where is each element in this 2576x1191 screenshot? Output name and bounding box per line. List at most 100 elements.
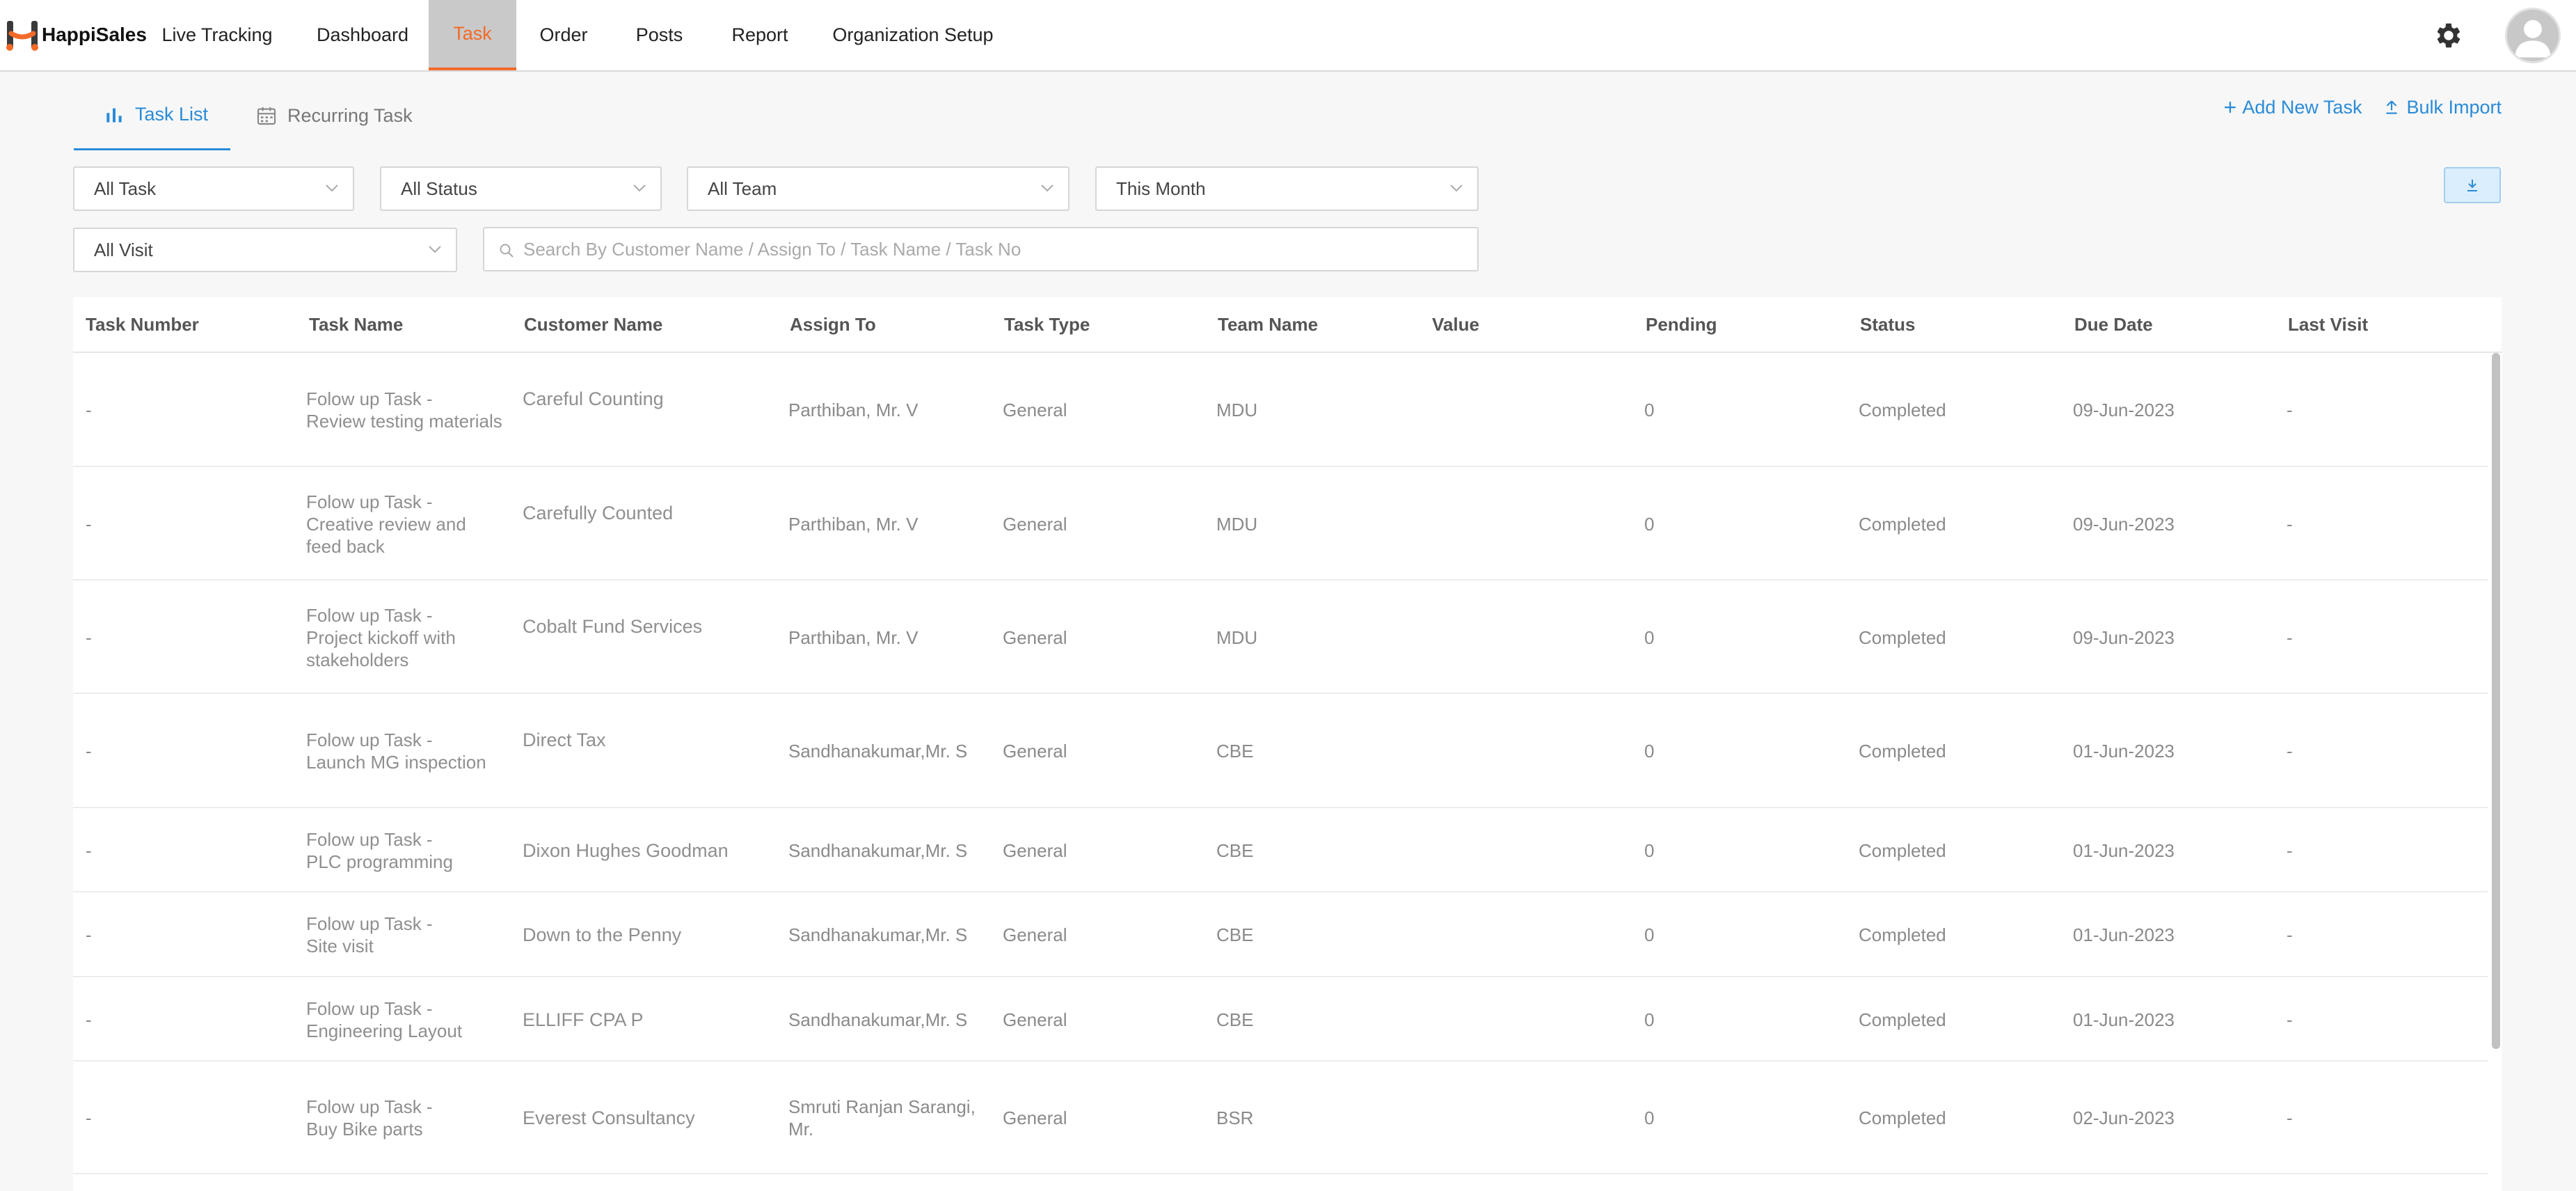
cell-team: BSR xyxy=(1216,1107,1253,1129)
cell-task-name[interactable]: Folow up Task - PLC programming xyxy=(306,828,453,873)
cell-line: - xyxy=(2287,513,2293,535)
table-row[interactable]: - Folow up Task - Project kickoff with stak… xyxy=(73,581,2488,694)
table-row[interactable]: - Folow up Task - Review testing materials… xyxy=(73,353,2488,467)
cell-line: Down to the Penny xyxy=(523,924,682,945)
cell-pending: 0 xyxy=(1644,1009,1654,1031)
cell-pending: 0 xyxy=(1644,839,1654,862)
cell-customer[interactable]: Carefully Counted xyxy=(523,502,673,524)
cell-line: Launch MG inspection xyxy=(306,752,486,773)
column-header-task-type[interactable]: Task Type xyxy=(1004,314,1090,336)
cell-line: 0 xyxy=(1644,1009,1655,1030)
cell-line: - xyxy=(86,1107,92,1128)
cell-line: - xyxy=(2287,626,2293,648)
column-header-team-name[interactable]: Team Name xyxy=(1218,314,1318,336)
cell-customer[interactable]: Direct Tax xyxy=(523,729,606,751)
cell-line: MDU xyxy=(1216,626,1258,648)
nav-item-live-tracking[interactable]: Live Tracking xyxy=(138,0,296,70)
column-header-customer-name[interactable]: Customer Name xyxy=(524,314,662,336)
cell-task-name[interactable]: Folow up Task - Launch MG inspection xyxy=(306,729,486,773)
table-scrollbar-thumb[interactable] xyxy=(2492,353,2500,1049)
cell-line: CBE xyxy=(1216,1009,1254,1030)
cell-task-name[interactable]: Folow up Task - Engineering Layout xyxy=(306,997,462,1042)
cell-line: 01-Jun-2023 xyxy=(2073,924,2175,945)
plus-icon: + xyxy=(2223,95,2237,120)
column-header-task-number[interactable]: Task Number xyxy=(86,314,199,336)
cell-task-name[interactable]: Folow up Task - Creative review and feed b… xyxy=(306,491,466,558)
status-filter-select[interactable]: All Status xyxy=(380,166,662,211)
nav-item-posts[interactable]: Posts xyxy=(611,0,708,70)
cell-line: Folow up Task - xyxy=(306,997,433,1019)
cell-line: Direct Tax xyxy=(523,729,606,750)
column-header-pending[interactable]: Pending xyxy=(1646,314,1717,336)
column-header-value[interactable]: Value xyxy=(1432,314,1479,336)
cell-pending: 0 xyxy=(1644,399,1654,421)
cell-line: Everest Consultancy xyxy=(523,1107,695,1128)
cell-line: General xyxy=(1003,924,1067,945)
nav-item-task[interactable]: Task xyxy=(429,0,516,70)
task-filter-value: All Task xyxy=(94,178,157,199)
nav-item-dashboard[interactable]: Dashboard xyxy=(296,0,429,70)
bulk-import-button[interactable]: Bulk Import xyxy=(2383,97,2502,118)
team-filter-select[interactable]: All Team xyxy=(687,166,1070,211)
download-button[interactable] xyxy=(2444,167,2501,203)
cell-line: Folow up Task - xyxy=(306,729,433,750)
cell-line: Completed xyxy=(1859,741,1946,762)
cell-customer[interactable]: ELLIFF CPA P xyxy=(523,1009,644,1031)
gear-icon[interactable] xyxy=(2433,19,2465,52)
cell-line: - xyxy=(2287,400,2293,420)
visit-filter-select[interactable]: All Visit xyxy=(73,228,457,272)
table-row[interactable]: - Folow up Task - Creative review and feed … xyxy=(73,467,2488,581)
cell-task-number: - xyxy=(86,1009,92,1031)
cell-line: Folow up Task - xyxy=(306,491,433,512)
table-row[interactable]: - Folow up Task - Buy Bike parts Everest Co… xyxy=(73,1062,2488,1174)
cell-team: CBE xyxy=(1216,839,1253,862)
cell-line: - xyxy=(86,400,92,420)
nav-item-report[interactable]: Report xyxy=(708,0,812,70)
nav-item-order[interactable]: Order xyxy=(516,0,611,70)
table-header: Task Number Task Name Customer Name Assign … xyxy=(73,297,2502,353)
search-input[interactable]: Search By Customer Name / Assign To / Ta… xyxy=(483,227,1479,271)
cell-line: Folow up Task - xyxy=(306,388,433,409)
column-header-assign-to[interactable]: Assign To xyxy=(790,314,876,336)
cell-status: Completed xyxy=(1859,924,1946,946)
app-logo[interactable]: HappiSales xyxy=(0,0,147,70)
cell-task-number: - xyxy=(86,399,92,421)
column-header-task-name[interactable]: Task Name xyxy=(309,314,403,336)
cell-customer[interactable]: Careful Counting xyxy=(523,388,664,410)
cell-pending: 0 xyxy=(1644,626,1654,649)
cell-line: - xyxy=(86,1009,92,1030)
cell-line: Project kickoff with xyxy=(306,626,456,648)
add-new-task-button[interactable]: + Add New Task xyxy=(2224,96,2362,118)
cell-customer[interactable]: Dixon Hughes Goodman xyxy=(523,839,729,862)
cell-task-number: - xyxy=(86,1107,92,1129)
task-filter-select[interactable]: All Task xyxy=(73,166,354,211)
cell-due-date: 02-Jun-2023 xyxy=(2073,1107,2175,1129)
table-row[interactable]: - Folow up Task - PLC programming Dixon Hug… xyxy=(73,808,2488,892)
table-row[interactable]: - Folow up Task - Engineering Layout ELLIFF… xyxy=(73,977,2488,1062)
column-header-last-visit[interactable]: Last Visit xyxy=(2288,314,2368,336)
user-avatar[interactable] xyxy=(2505,7,2561,63)
cell-customer[interactable]: Cobalt Fund Services xyxy=(523,615,702,638)
cell-customer[interactable]: Down to the Penny xyxy=(523,924,681,946)
cell-line: 09-Jun-2023 xyxy=(2073,400,2175,420)
cell-task-name[interactable]: Folow up Task - Review testing materials xyxy=(306,388,502,432)
column-header-due-date[interactable]: Due Date xyxy=(2074,314,2153,336)
tab-recurring-task[interactable]: Recurring Task xyxy=(230,81,438,150)
tab-task-list[interactable]: Task List xyxy=(74,81,230,150)
cell-task-type: General xyxy=(1003,399,1067,421)
table-row[interactable]: - Folow up Task - Site visit Down to the Pe… xyxy=(73,892,2488,977)
cell-line: CBE xyxy=(1216,741,1254,762)
cell-line: 0 xyxy=(1644,924,1655,945)
cell-task-name[interactable]: Folow up Task - Project kickoff with stake… xyxy=(306,604,456,671)
main-nav: Live Tracking Dashboard Task Order Posts Repo… xyxy=(138,0,1014,70)
period-filter-select[interactable]: This Month xyxy=(1095,166,1479,211)
column-header-status[interactable]: Status xyxy=(1860,314,1915,336)
cell-customer[interactable]: Everest Consultancy xyxy=(523,1107,695,1129)
cell-task-name[interactable]: Folow up Task - Buy Bike parts xyxy=(306,1096,433,1140)
cell-team: CBE xyxy=(1216,740,1253,762)
table-row[interactable]: - Folow up Task - Launch MG inspection Dire… xyxy=(73,694,2488,808)
cell-line: CBE xyxy=(1216,839,1254,861)
cell-line: 0 xyxy=(1644,839,1655,861)
nav-item-organization-setup[interactable]: Organization Setup xyxy=(812,0,1014,70)
cell-task-name[interactable]: Folow up Task - Site visit xyxy=(306,913,433,957)
